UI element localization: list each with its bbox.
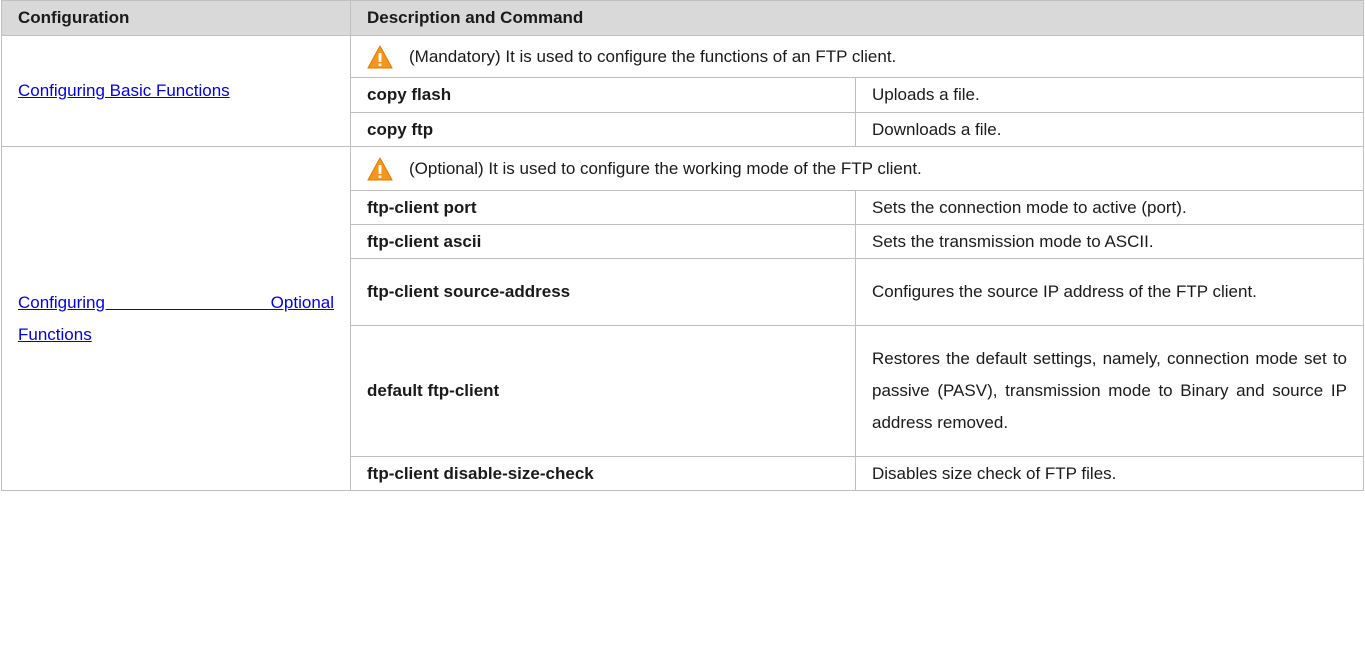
command-cell: ftp-client ascii	[350, 224, 856, 259]
warning-triangle-icon	[367, 44, 393, 68]
description-cell: Sets the connection mode to active (port…	[855, 190, 1364, 225]
command-cell: ftp-client port	[350, 190, 856, 225]
command-cell: copy ftp	[350, 112, 856, 147]
link-line-1: Configuring Optional	[18, 292, 334, 312]
description-cell: Disables size check of FTP files.	[855, 456, 1364, 491]
command-cell: ftp-client disable-size-check	[350, 456, 856, 491]
header-configuration: Configuration	[1, 0, 351, 36]
note-cell-optional: (Optional) It is used to configure the w…	[350, 146, 1364, 191]
note-text-optional: (Optional) It is used to configure the w…	[409, 158, 922, 178]
command-cell: default ftp-client	[350, 325, 856, 457]
link-line-2: Functions	[18, 324, 92, 344]
description-cell: Restores the default settings, namely, c…	[855, 325, 1364, 457]
header-description: Description and Command	[350, 0, 1364, 36]
description-cell: Configures the source IP address of the …	[855, 258, 1364, 326]
config-cell-basic: Configuring Basic Functions	[1, 35, 351, 147]
description-cell: Sets the transmission mode to ASCII.	[855, 224, 1364, 259]
configuration-table: Configuration Description and Command Co…	[1, 0, 1364, 491]
note-cell-basic: (Mandatory) It is used to configure the …	[350, 35, 1364, 78]
note-text-basic: (Mandatory) It is used to configure the …	[409, 46, 897, 66]
group-optional-note-row: Configuring Optional Functions (Optional…	[1, 146, 1364, 491]
command-cell: copy flash	[350, 77, 856, 113]
warning-triangle-icon	[367, 156, 393, 180]
command-cell: ftp-client source-address	[350, 258, 856, 326]
description-cell: Downloads a file.	[855, 112, 1364, 147]
table-header-row: Configuration Description and Command	[1, 0, 1364, 36]
link-configuring-basic-functions[interactable]: Configuring Basic Functions	[18, 81, 230, 100]
description-cell: Uploads a file.	[855, 77, 1364, 113]
config-cell-optional: Configuring Optional Functions	[1, 146, 351, 491]
link-configuring-optional-functions[interactable]: Configuring Optional Functions	[18, 287, 334, 351]
group-basic-note-row: Configuring Basic Functions (Mandatory) …	[1, 35, 1364, 147]
